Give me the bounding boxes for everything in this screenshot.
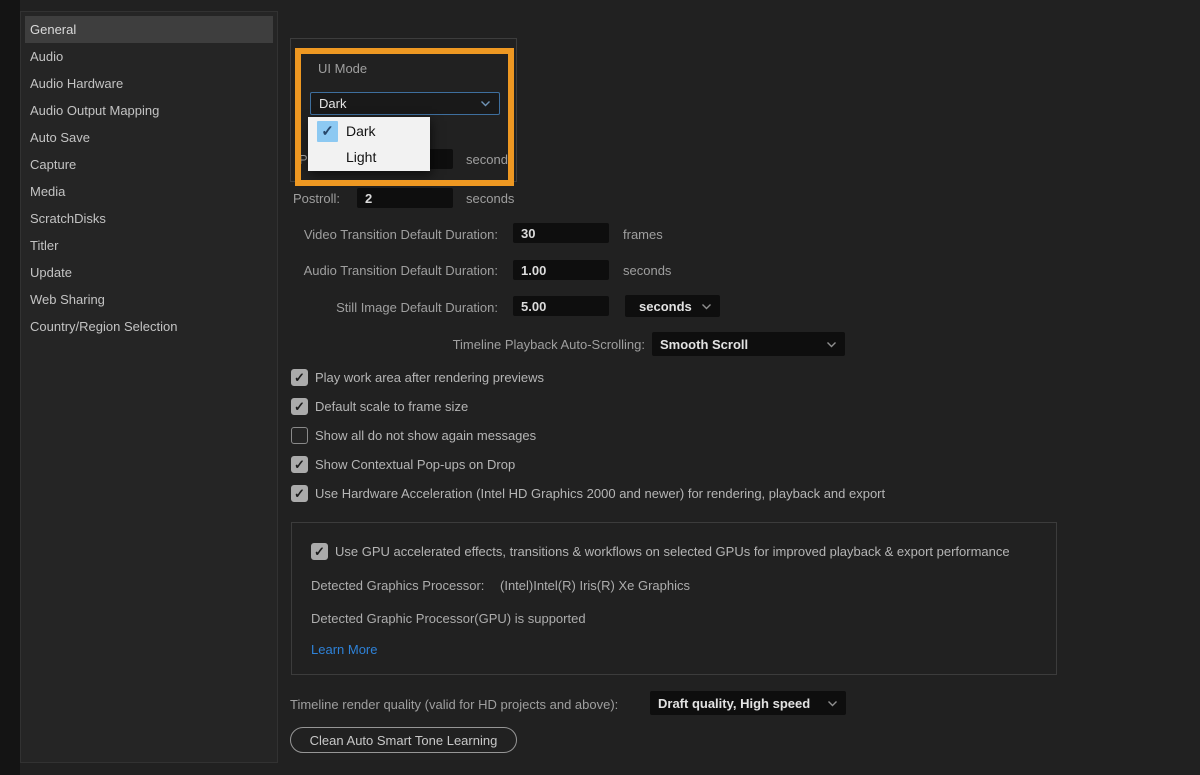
detected-gpu-value: (Intel)Intel(R) Iris(R) Xe Graphics [500, 578, 690, 593]
autoscroll-dropdown[interactable]: Smooth Scroll [652, 332, 845, 356]
ui-mode-select-value: Dark [319, 96, 347, 111]
sidebar-item-update[interactable]: Update [25, 259, 273, 286]
gpu-checkbox-row: ✓ Use GPU accelerated effects, transitio… [311, 543, 1010, 560]
check-icon: ✓ [294, 370, 305, 385]
sidebar-list: General Audio Audio Hardware Audio Outpu… [21, 12, 277, 340]
postroll-input[interactable] [357, 188, 453, 208]
still-image-input[interactable] [513, 296, 609, 316]
sidebar-item-auto-save[interactable]: Auto Save [25, 124, 273, 151]
checkbox[interactable]: ✓ [291, 398, 308, 415]
check-icon: ✓ [294, 457, 305, 472]
still-image-label: Still Image Default Duration: [336, 300, 498, 315]
option-label: Dark [346, 123, 376, 139]
sidebar-item-scratchdisks[interactable]: ScratchDisks [25, 205, 273, 232]
checkbox-label: Default scale to frame size [315, 399, 469, 414]
checkbox[interactable]: ✓ [291, 369, 308, 386]
ui-mode-menu: ✓ Dark ✓ Light [308, 117, 430, 171]
autoscroll-value: Smooth Scroll [660, 336, 749, 352]
sidebar-item-audio-output-mapping[interactable]: Audio Output Mapping [25, 97, 273, 124]
render-quality-label: Timeline render quality (valid for HD pr… [290, 697, 619, 712]
check-icon: ✓ [294, 486, 305, 501]
checkbox-label: Play work area after rendering previews [315, 370, 545, 385]
checkbox-label: Show Contextual Pop-ups on Drop [315, 457, 516, 472]
video-transition-label: Video Transition Default Duration: [303, 227, 498, 242]
left-gutter [0, 0, 20, 775]
still-image-unit-value: seconds [639, 298, 692, 314]
sidebar-item-capture[interactable]: Capture [25, 151, 273, 178]
postroll-unit: seconds [466, 191, 515, 206]
check-icon: ✓ [314, 544, 325, 559]
detected-gpu-label: Detected Graphics Processor: [311, 578, 485, 593]
still-image-unit-dropdown[interactable]: seconds [625, 295, 720, 317]
sidebar-item-media[interactable]: Media [25, 178, 273, 205]
checkbox[interactable]: ✓ [291, 456, 308, 473]
checkbox-row: ✓ Show Contextual Pop-ups on Drop [291, 456, 515, 473]
chevron-down-icon [481, 101, 490, 107]
sidebar-item-web-sharing[interactable]: Web Sharing [25, 286, 273, 313]
sidebar-item-general[interactable]: General [25, 16, 273, 43]
clean-auto-smart-tone-button[interactable]: Clean Auto Smart Tone Learning [290, 727, 517, 753]
audio-transition-label: Audio Transition Default Duration: [303, 263, 498, 278]
checkbox-row: ✓ Play work area after rendering preview… [291, 369, 544, 386]
ui-mode-label: UI Mode [318, 61, 368, 76]
selected-check-icon: ✓ [317, 120, 338, 142]
learn-more-link[interactable]: Learn More [311, 642, 377, 657]
preferences-dialog: General Audio Audio Hardware Audio Outpu… [0, 0, 1200, 775]
video-transition-unit: frames [623, 227, 663, 242]
chevron-down-icon [827, 341, 836, 347]
checkbox-label: Show all do not show again messages [315, 428, 537, 443]
audio-transition-unit: seconds [623, 263, 672, 278]
checkbox-label: Use Hardware Acceleration (Intel HD Grap… [315, 486, 886, 501]
gpu-supported-text: Detected Graphic Processor(GPU) is suppo… [311, 611, 586, 626]
preroll-unit: seconds [466, 152, 515, 167]
check-icon: ✓ [294, 399, 305, 414]
option-label: Light [346, 149, 377, 165]
render-quality-value: Draft quality, High speed [658, 695, 811, 711]
postroll-label: Postroll: [293, 191, 340, 206]
autoscroll-label: Timeline Playback Auto-Scrolling: [452, 337, 645, 352]
ui-mode-select[interactable]: Dark [310, 92, 500, 115]
gpu-checkbox[interactable]: ✓ [311, 543, 328, 560]
render-quality-dropdown[interactable]: Draft quality, High speed [650, 691, 846, 715]
sidebar-item-country-region[interactable]: Country/Region Selection [25, 313, 273, 340]
checkbox[interactable]: ✓ [291, 427, 308, 444]
sidebar-item-audio-hardware[interactable]: Audio Hardware [25, 70, 273, 97]
checkbox-row: ✓ Use Hardware Acceleration (Intel HD Gr… [291, 485, 885, 502]
preferences-sidebar: General Audio Audio Hardware Audio Outpu… [20, 11, 278, 763]
checkbox-row: ✓ Default scale to frame size [291, 398, 468, 415]
sidebar-item-audio[interactable]: Audio [25, 43, 273, 70]
checkbox[interactable]: ✓ [291, 485, 308, 502]
audio-transition-input[interactable] [513, 260, 609, 280]
chevron-down-icon [702, 303, 711, 309]
checkbox-row: ✓ Show all do not show again messages [291, 427, 536, 444]
ui-mode-option-light[interactable]: ✓ Light [308, 144, 430, 170]
sidebar-item-titler[interactable]: Titler [25, 232, 273, 259]
chevron-down-icon [828, 700, 837, 706]
option-check-placeholder: ✓ [317, 147, 338, 168]
ui-mode-option-dark[interactable]: ✓ Dark [308, 118, 430, 144]
gpu-checkbox-label: Use GPU accelerated effects, transitions… [335, 544, 1010, 559]
video-transition-input[interactable] [513, 223, 609, 243]
